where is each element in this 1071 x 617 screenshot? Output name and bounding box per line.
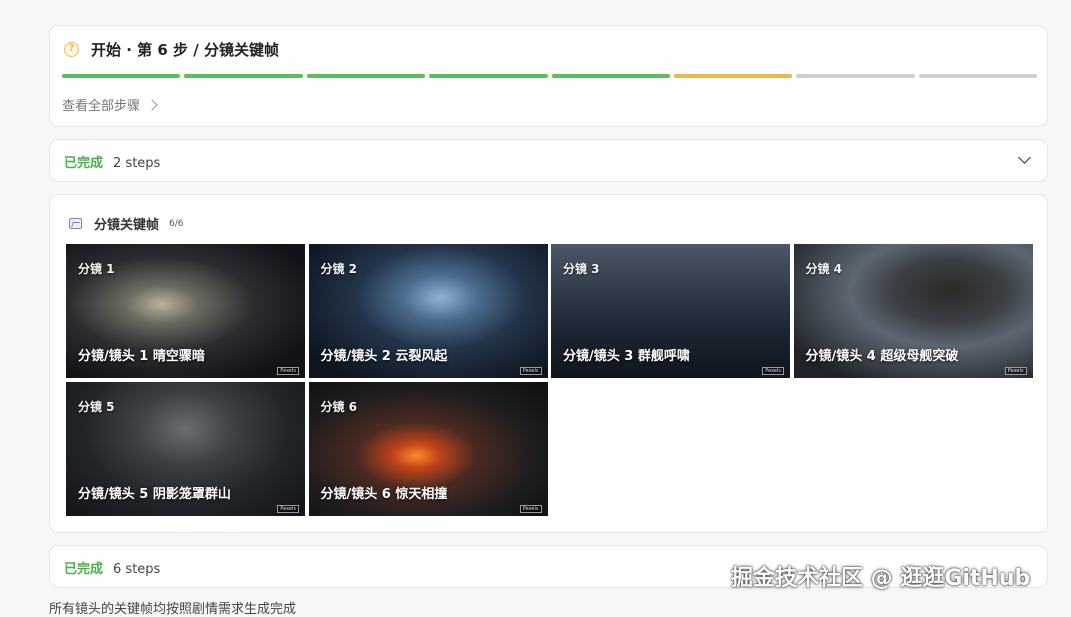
keyframe-thumbnail[interactable]: 分镜 4 分镜/镜头 4 超级母舰突破 Pexels	[793, 244, 1033, 378]
progress-step	[62, 74, 181, 78]
keyframe-tag: 分镜 1	[78, 262, 115, 276]
watermark: 掘金技术社区 @ 逛逛GitHub	[731, 566, 1031, 591]
progress-step-current	[673, 74, 793, 78]
keyframe-thumbnail[interactable]: 分镜 5 分镜/镜头 5 阴影笼罩群山 Pexels	[66, 382, 305, 516]
keyframe-caption: 分镜/镜头 1 晴空骤暗	[78, 349, 205, 364]
pexels-badge: Pexels	[277, 505, 299, 513]
pexels-badge: Pexels	[1004, 367, 1027, 375]
keyframe-thumbnail[interactable]: 分镜 2 分镜/镜头 2 云裂风起 Pexels	[308, 244, 548, 378]
keyframes-count: 6/6	[169, 218, 184, 229]
question-icon: ?	[64, 42, 79, 57]
pexels-badge: Pexels	[519, 367, 542, 375]
keyframe-tag: 分镜 2	[320, 262, 358, 276]
step-header: ? 开始 · 第 6 步 / 分镜关键帧	[64, 39, 279, 60]
keyframe-tag: 分镜 4	[805, 262, 843, 276]
pexels-badge: Pexels	[519, 505, 542, 513]
keyframes-grid: 分镜 1 分镜/镜头 1 晴空骤暗 Pexels 分镜 2 分镜/镜头 2 云裂…	[66, 244, 1033, 516]
image-icon	[69, 218, 82, 229]
progress-step	[918, 74, 1037, 78]
completed-count: 6 steps	[113, 562, 161, 577]
keyframe-tag: 分镜 3	[563, 262, 600, 276]
progress-step	[184, 74, 303, 78]
keyframe-thumbnail[interactable]: 分镜 1 分镜/镜头 1 晴空骤暗 Pexels	[66, 244, 305, 378]
progress-step	[306, 74, 426, 78]
completed-steps-toggle[interactable]: 已完成 2 steps	[49, 139, 1048, 182]
chevron-right-icon	[146, 98, 158, 111]
progress-card: ? 开始 · 第 6 步 / 分镜关键帧 查看全部步骤	[49, 25, 1048, 127]
keyframe-tag: 分镜 5	[78, 400, 115, 414]
keyframes-title: 分镜关键帧	[94, 218, 160, 233]
keyframe-caption: 分镜/镜头 3 群舰呼啸	[563, 349, 690, 364]
keyframe-thumbnail[interactable]: 分镜 3 分镜/镜头 3 群舰呼啸 Pexels	[551, 244, 790, 378]
view-all-label: 查看全部步骤	[62, 99, 141, 114]
progress-step	[796, 74, 915, 78]
keyframe-caption: 分镜/镜头 2 云裂风起	[320, 349, 448, 364]
view-all-steps-link[interactable]: 查看全部步骤	[62, 95, 158, 114]
completed-label: 已完成	[64, 156, 104, 171]
completed-label: 已完成	[64, 562, 104, 577]
keyframe-tag: 分镜 6	[320, 400, 358, 414]
completed-count: 2 steps	[113, 156, 161, 171]
keyframe-thumbnail[interactable]: 分镜 6 分镜/镜头 6 惊天相撞 Pexels	[308, 382, 548, 516]
step-title: 开始 · 第 6 步 / 分镜关键帧	[91, 41, 279, 59]
keyframe-caption: 分镜/镜头 4 超级母舰突破	[805, 349, 959, 364]
pexels-badge: Pexels	[762, 367, 784, 375]
keyframes-header: 分镜关键帧 6/6	[69, 214, 184, 233]
chevron-down-icon[interactable]	[1018, 151, 1031, 164]
keyframes-card: 分镜关键帧 6/6 分镜 1 分镜/镜头 1 晴空骤暗 Pexels 分镜 2 …	[49, 194, 1048, 533]
keyframe-caption: 分镜/镜头 6 惊天相撞	[320, 487, 448, 502]
progress-step	[551, 74, 670, 78]
progress-bars	[62, 74, 1037, 78]
pexels-badge: Pexels	[277, 367, 299, 375]
progress-step	[429, 74, 548, 78]
keyframe-caption: 分镜/镜头 5 阴影笼罩群山	[78, 487, 231, 502]
